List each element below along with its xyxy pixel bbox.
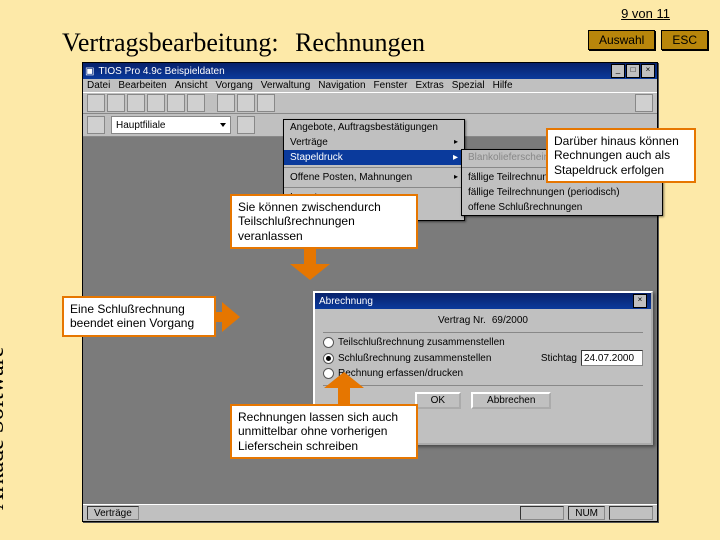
toolbar-icon[interactable] (147, 94, 165, 112)
close-icon[interactable]: × (633, 294, 647, 308)
toolbar-icon[interactable] (237, 116, 255, 134)
radio-label: Schlußrechnung zusammenstellen (338, 353, 491, 364)
radio-final[interactable] (323, 353, 334, 364)
title-part1: Vertragsbearbeitung: (62, 28, 279, 57)
branch-combo[interactable]: Hauptfiliale (111, 116, 231, 134)
status-cell (609, 506, 653, 520)
menu-item[interactable]: Verwaltung (261, 80, 310, 91)
dropdown-item[interactable]: Offene Posten, Mahnungen (284, 170, 464, 185)
toolbar-icon[interactable] (237, 94, 255, 112)
radio-partial[interactable] (323, 337, 334, 348)
ok-button[interactable]: OK (415, 392, 461, 409)
stichtag-label: Stichtag (541, 353, 577, 364)
dropdown-item[interactable]: Angebote, Auftragsbestätigungen (284, 120, 464, 135)
arrow-down-icon (290, 246, 330, 280)
menu-item[interactable]: Spezial (452, 80, 485, 91)
page-title: Vertragsbearbeitung: Rechnungen (62, 28, 425, 58)
toolbar-icon[interactable] (167, 94, 185, 112)
menubar[interactable]: Datei Bearbeiten Ansicht Vorgang Verwalt… (83, 79, 657, 92)
menu-item[interactable]: Fenster (374, 80, 408, 91)
esc-button[interactable]: ESC (661, 30, 708, 50)
minimize-icon[interactable]: _ (611, 64, 625, 78)
combo-value: Hauptfiliale (116, 120, 165, 131)
submenu-item[interactable]: fällige Teilrechnungen (periodisch) (462, 185, 662, 200)
stichtag-field[interactable]: 24.07.2000 (581, 350, 643, 366)
toolbar-icon[interactable] (187, 94, 205, 112)
title-part2: Rechnungen (295, 28, 425, 57)
toolbar-icon[interactable] (257, 94, 275, 112)
toolbar-icon[interactable] (635, 94, 653, 112)
maximize-icon[interactable]: □ (626, 64, 640, 78)
toolbar-icon[interactable] (87, 94, 105, 112)
callout-stapeldruck: Darüber hinaus können Rechnungen auch al… (546, 128, 696, 183)
menu-item[interactable]: Ansicht (175, 80, 208, 91)
dropdown-item[interactable]: Verträge (284, 135, 464, 150)
callout-teilschluss: Sie können zwischendurch Teilschlußrechn… (230, 194, 418, 249)
menu-item[interactable]: Vorgang (216, 80, 253, 91)
toolbar-icon[interactable] (217, 94, 235, 112)
page-counter: 9 von 11 (621, 6, 670, 21)
menu-item[interactable]: Extras (415, 80, 443, 91)
status-cell (520, 506, 564, 520)
menu-item[interactable]: Datei (87, 80, 110, 91)
menu-item[interactable]: Bearbeiten (118, 80, 166, 91)
close-icon[interactable]: × (641, 64, 655, 78)
titlebar: ▣ TIOS Pro 4.9c Beispieldaten _ □ × (83, 63, 657, 79)
radio-label: Teilschlußrechnung zusammenstellen (338, 337, 505, 348)
select-button[interactable]: Auswahl (588, 30, 655, 50)
callout-direkt: Rechnungen lassen sich auch unmittelbar … (230, 404, 418, 459)
toolbar (83, 92, 657, 114)
filter-icon[interactable] (87, 116, 105, 134)
arrow-up-icon (324, 372, 364, 406)
statusbar: Verträge NUM (83, 504, 657, 521)
window-title: TIOS Pro 4.9c Beispieldaten (98, 66, 224, 77)
brand-label: Arkade Software (0, 347, 10, 510)
callout-schlussrechnung: Eine Schlußrechnung beendet einen Vorgan… (62, 296, 216, 337)
toolbar-icon[interactable] (107, 94, 125, 112)
status-left: Verträge (87, 506, 139, 520)
status-num: NUM (568, 506, 605, 520)
dropdown-item-selected[interactable]: Stapeldruck▸ (284, 150, 464, 165)
contract-label: Vertrag Nr. (438, 315, 486, 326)
toolbar-icon[interactable] (127, 94, 145, 112)
contract-value: 69/2000 (492, 315, 528, 326)
menu-item[interactable]: Hilfe (493, 80, 513, 91)
menu-item[interactable]: Navigation (318, 80, 365, 91)
dialog-title: Abrechnung (319, 296, 373, 307)
cancel-button[interactable]: Abbrechen (471, 392, 551, 409)
app-icon: ▣ (85, 66, 94, 77)
submenu-item[interactable]: offene Schlußrechnungen (462, 200, 662, 215)
chevron-down-icon (220, 123, 226, 127)
